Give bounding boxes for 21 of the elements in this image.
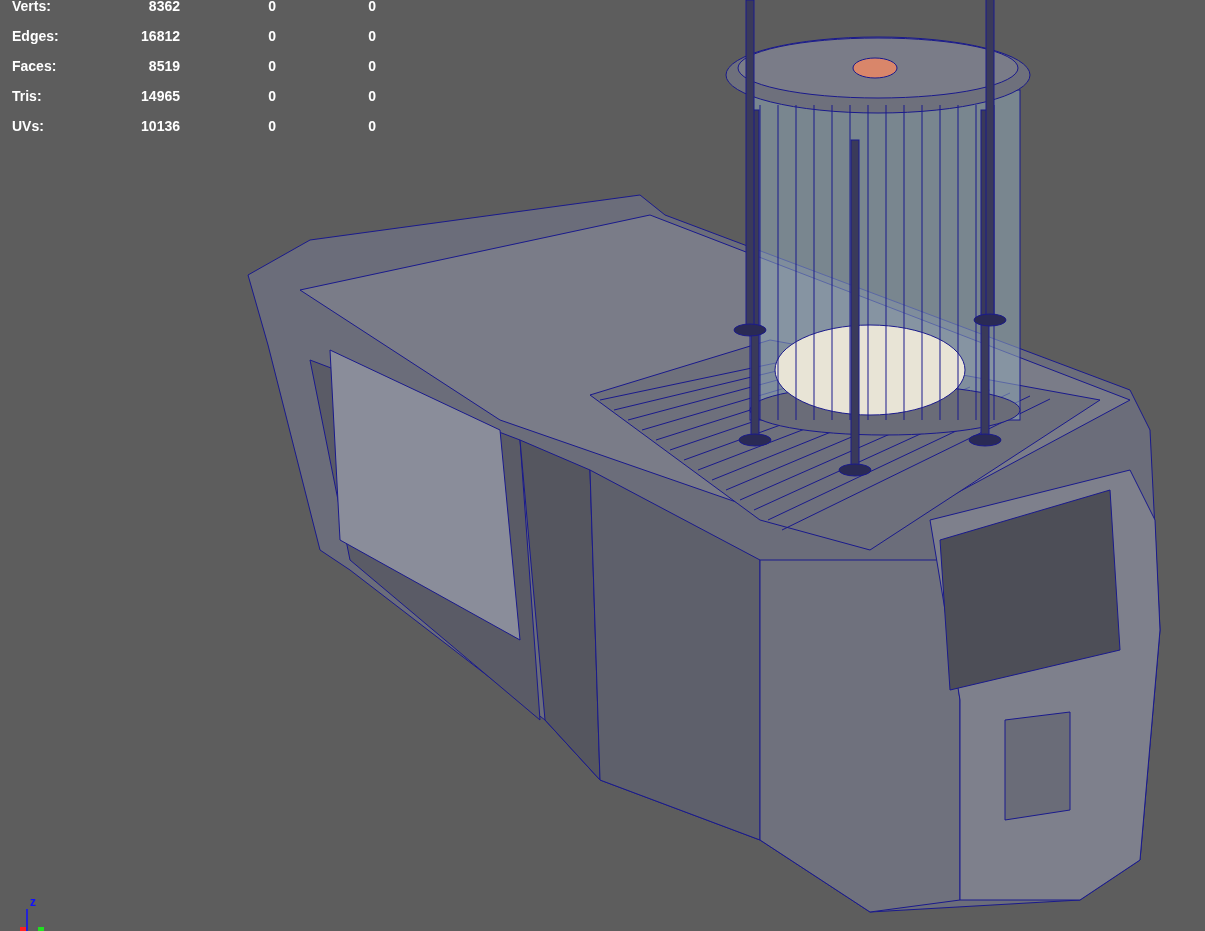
stat-value: 0 — [367, 0, 376, 16]
stat-value: 0 — [367, 57, 376, 76]
stat-value: 16812 — [140, 27, 180, 46]
stat-label: Edges: — [12, 27, 60, 46]
stat-value: 14965 — [140, 87, 180, 106]
stat-label: Verts: — [12, 0, 52, 16]
stat-value: 8362 — [147, 0, 180, 16]
stat-value: 8519 — [147, 57, 180, 76]
stat-value: 0 — [267, 57, 276, 76]
stat-value: 0 — [267, 27, 276, 46]
stat-value: 0 — [267, 117, 276, 136]
stat-value: 0 — [267, 0, 276, 16]
stat-label: Tris: — [12, 87, 43, 106]
stat-value: 0 — [367, 117, 376, 136]
stat-value: 10136 — [140, 117, 180, 136]
stat-value: 0 — [367, 27, 376, 46]
stat-value: 0 — [267, 87, 276, 106]
stat-value: 0 — [367, 87, 376, 106]
stat-label: Faces: — [12, 57, 58, 76]
stat-label: UVs: — [12, 117, 45, 136]
axis-label: z — [30, 895, 36, 909]
